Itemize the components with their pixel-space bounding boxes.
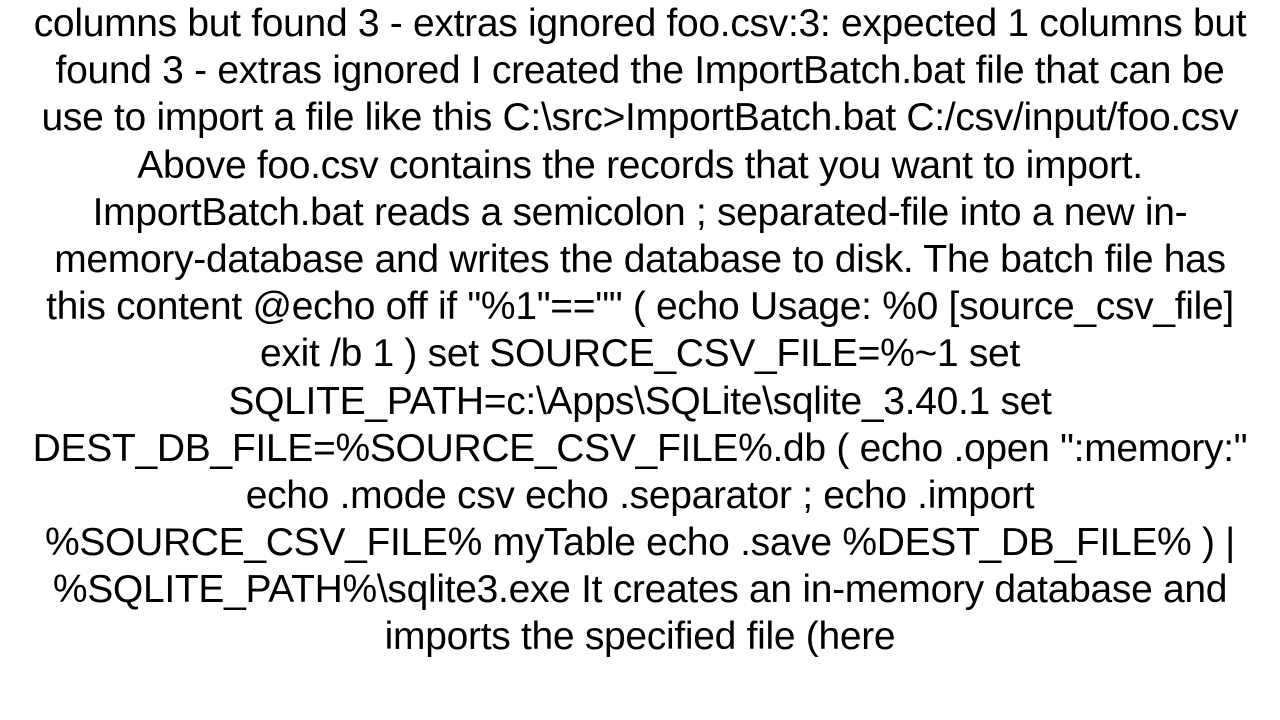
document-body: columns but found 3 - extras ignored foo…: [0, 0, 1280, 661]
